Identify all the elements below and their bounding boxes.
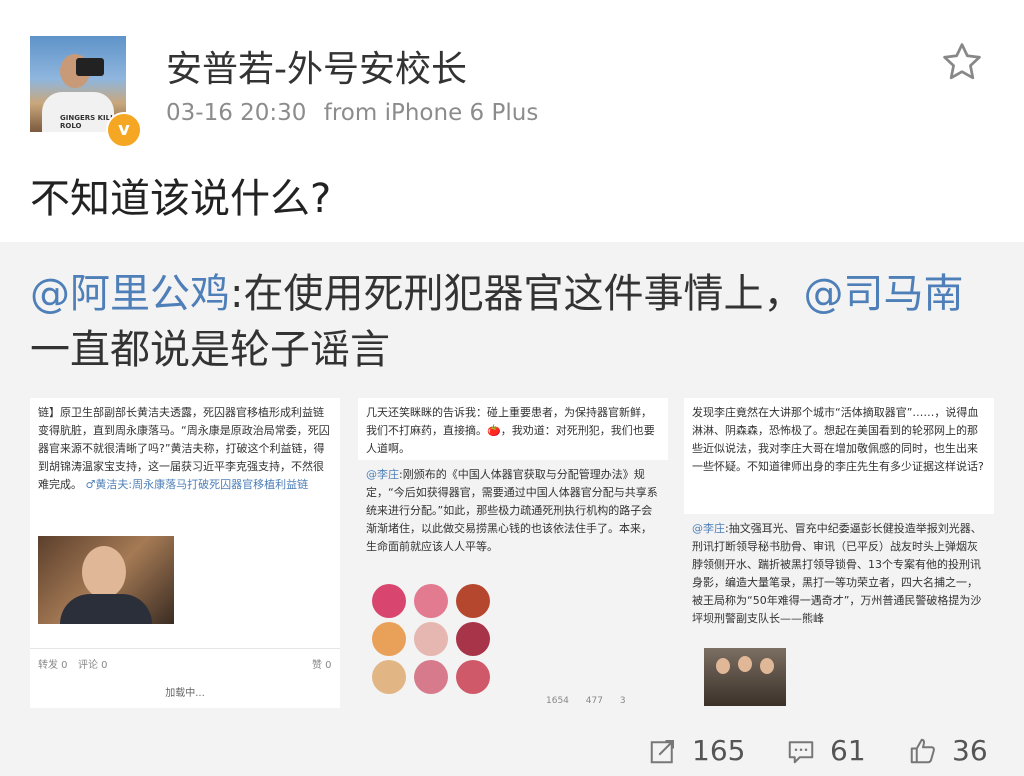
card-quote-body: :刚颁布的《中国人体器官获取与分配管理办法》规定，“今后如获得器官，需要通过中国… xyxy=(366,468,658,553)
card-like-label: 赞 0 xyxy=(312,660,332,671)
post-text: 不知道该说什么? xyxy=(30,176,332,222)
post-header: GINGERS KILL ROLO v 安普若-外号安校长 03-16 20:3… xyxy=(0,0,1024,242)
repost-text-part: 一直都说是轮子谣言 xyxy=(30,327,390,373)
comment-button[interactable]: 61 xyxy=(786,730,886,776)
repost-count: 165 xyxy=(692,734,746,767)
mention-link[interactable]: @司马南 xyxy=(803,271,963,317)
card-stat-comment: 477 xyxy=(585,696,603,706)
photo-suit xyxy=(60,594,152,624)
loading-text: 加载中... xyxy=(165,688,205,699)
card-photo xyxy=(704,648,786,706)
avatar-camera xyxy=(76,58,104,76)
action-bar: 165 61 36 xyxy=(0,730,1024,776)
post-source: from iPhone 6 Plus xyxy=(323,100,539,126)
card-action-bar: 转发 0 评论 0 赞 0 xyxy=(30,648,340,677)
card-text: 几天还笑眯眯的告诉我：碰上重要患者，为保持器官新鲜，我们不打麻药，直接摘。🍅，我… xyxy=(366,406,655,455)
organ-skin-icon xyxy=(414,660,448,694)
comment-icon xyxy=(788,741,814,764)
like-icon xyxy=(910,738,935,764)
organ-hand-icon xyxy=(372,660,406,694)
organ-stomach-icon xyxy=(372,622,406,656)
card-text: 链】原卫生部副部长黄洁夫透露，死囚器官移植形成利益链变得肮脏，直到周永康落马。“… xyxy=(38,404,332,494)
repost-text: @阿里公鸡:在使用死刑犯器官这件事情上，@司马南 一直都说是轮子谣言 xyxy=(30,266,990,378)
photo-face xyxy=(716,658,730,674)
card-stat-like: 3 xyxy=(619,696,626,706)
organ-intestine-icon xyxy=(456,660,490,694)
card-quote-body: :抽文强耳光、冒充中纪委逼彭长健投造举报刘光器、刑讯打断领导秘书肋骨、审讯（已平… xyxy=(692,522,982,625)
card-repost-label: 转发 0 xyxy=(38,660,68,671)
organ-liver-icon xyxy=(456,584,490,618)
card-stats: 1654 477 3 xyxy=(546,696,626,706)
card-photo xyxy=(38,536,174,624)
repost-icon xyxy=(650,740,674,764)
screenshot-card-1[interactable]: 链】原卫生部副部长黄洁夫透露，死囚器官移植形成利益链变得肮脏，直到周永康落马。“… xyxy=(30,398,340,708)
mention-link[interactable]: @阿里公鸡 xyxy=(30,271,230,317)
verified-icon: v xyxy=(106,112,142,148)
card-quote: @李庄:抽文强耳光、冒充中纪委逼彭长健投造举报刘光器、刑讯打断领导秘书肋骨、审讯… xyxy=(684,514,994,708)
repost-button[interactable]: 165 xyxy=(648,730,758,776)
photo-face xyxy=(738,656,752,672)
star-icon[interactable] xyxy=(940,40,984,84)
repost-section[interactable]: @阿里公鸡:在使用死刑犯器官这件事情上，@司马南 一直都说是轮子谣言 链】原卫生… xyxy=(0,242,1024,776)
card-mention: @李庄 xyxy=(692,522,725,535)
screenshot-card-2[interactable]: 几天还笑眯眯的告诉我：碰上重要患者，为保持器官新鲜，我们不打麻药，直接摘。🍅，我… xyxy=(358,398,668,708)
organ-kidney-icon xyxy=(456,622,490,656)
organ-brain-icon xyxy=(414,622,448,656)
post-meta: 03-16 20:30 from iPhone 6 Plus xyxy=(166,100,548,126)
card-link: ♂黄洁夫:周永康落马打破死囚器官移植利益链 xyxy=(85,478,309,491)
photo-face xyxy=(82,546,126,598)
organ-lungs-icon xyxy=(414,584,448,618)
screenshot-card-3[interactable]: 发现李庄竟然在大讲那个城市“活体摘取器官”……，说得血淋淋、阴森森，恐怖极了。想… xyxy=(684,398,994,708)
like-button[interactable]: 36 xyxy=(908,730,1008,776)
card-stat-repost: 1654 xyxy=(546,696,569,706)
card-quote: @李庄:刚颁布的《中国人体器官获取与分配管理办法》规定，“今后如获得器官，需要通… xyxy=(358,460,668,708)
card-quote-text: @李庄:抽文强耳光、冒充中纪委逼彭长健投造举报刘光器、刑讯打断领导秘书肋骨、审讯… xyxy=(692,520,986,642)
repost-text-part: :在使用死刑犯器官这件事情上， xyxy=(230,271,804,317)
like-count: 36 xyxy=(952,734,988,767)
comment-count: 61 xyxy=(830,734,866,767)
photo-face xyxy=(760,658,774,674)
card-text: 发现李庄竟然在大讲那个城市“活体摘取器官”……，说得血淋淋、阴森森，恐怖极了。想… xyxy=(692,406,984,473)
organ-heart-icon xyxy=(372,584,406,618)
post-timestamp: 03-16 20:30 xyxy=(166,100,307,126)
card-mention: @李庄 xyxy=(366,468,399,481)
username[interactable]: 安普若-外号安校长 xyxy=(166,40,467,92)
card-quote-text: @李庄:刚颁布的《中国人体器官获取与分配管理办法》规定，“今后如获得器官，需要通… xyxy=(366,466,660,578)
card-comment-label: 评论 0 xyxy=(78,660,108,671)
